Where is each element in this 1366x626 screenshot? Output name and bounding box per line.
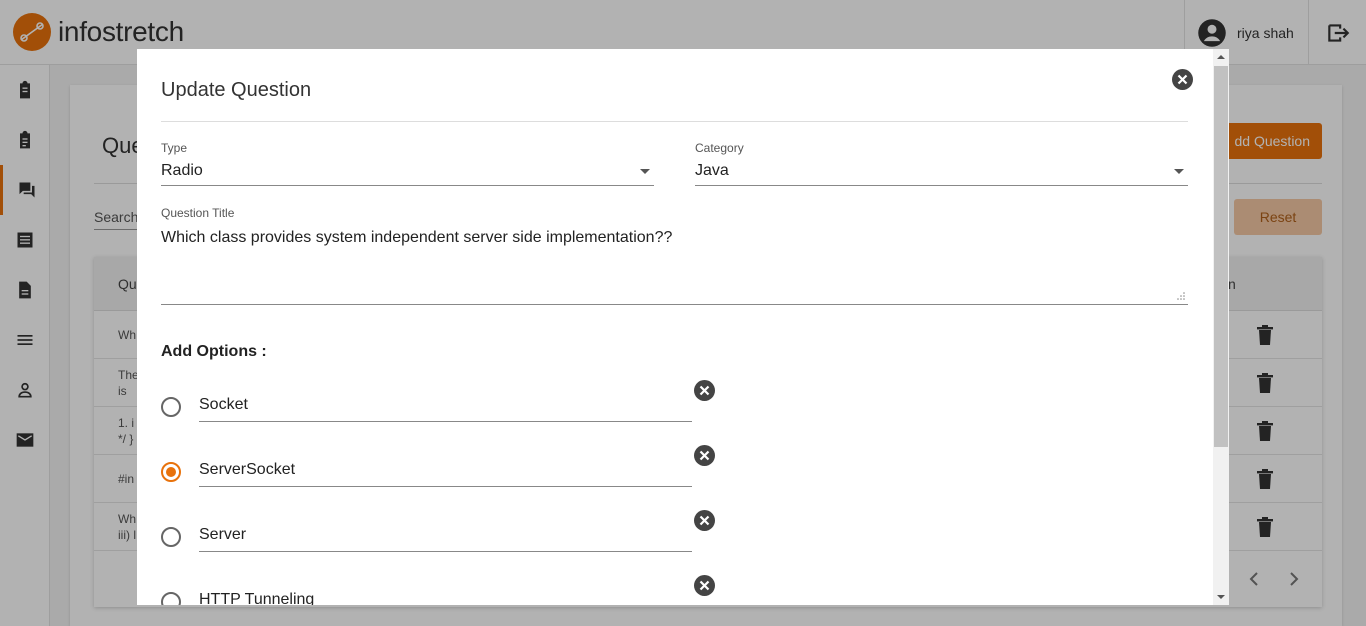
option-input[interactable]: ServerSocket (199, 453, 692, 487)
remove-option-icon[interactable] (694, 510, 715, 531)
option-row: HTTP Tunneling (161, 575, 721, 605)
option-radio-selected[interactable] (161, 462, 181, 482)
category-select[interactable]: Java (695, 160, 1188, 186)
option-radio[interactable] (161, 527, 181, 547)
option-text: Server (199, 526, 247, 543)
dropdown-arrow-icon (640, 169, 650, 174)
type-select[interactable]: Radio (161, 160, 654, 186)
category-value: Java (695, 162, 729, 179)
scroll-down-icon[interactable] (1217, 595, 1225, 599)
question-title-textarea[interactable]: Which class provides system independent … (161, 227, 1188, 305)
remove-option-icon[interactable] (694, 445, 715, 466)
question-title-label: Question Title (161, 206, 235, 220)
type-label: Type (161, 141, 188, 155)
dialog-divider (161, 121, 1188, 122)
option-input[interactable]: HTTP Tunneling (199, 583, 692, 605)
option-radio[interactable] (161, 397, 181, 417)
option-text: ServerSocket (199, 461, 296, 478)
option-row: Server (161, 510, 721, 558)
option-text: HTTP Tunneling (199, 591, 315, 605)
update-question-dialog: Update Question Type Radio Category Java… (137, 49, 1229, 605)
close-icon[interactable] (1172, 69, 1193, 90)
option-radio[interactable] (161, 592, 181, 605)
category-label: Category (695, 141, 744, 155)
question-title-value: Which class provides system independent … (161, 229, 673, 246)
remove-option-icon[interactable] (694, 575, 715, 596)
option-row: ServerSocket (161, 445, 721, 493)
option-row: Socket (161, 380, 721, 428)
remove-option-icon[interactable] (694, 380, 715, 401)
dropdown-arrow-icon (1174, 169, 1184, 174)
dialog-title: Update Question (161, 79, 312, 101)
add-options-heading: Add Options : (161, 343, 267, 360)
type-value: Radio (161, 162, 203, 179)
option-text: Socket (199, 396, 248, 413)
option-input[interactable]: Socket (199, 388, 692, 422)
option-input[interactable]: Server (199, 518, 692, 552)
scroll-thumb[interactable] (1214, 66, 1228, 447)
resize-handle-icon[interactable] (1177, 292, 1185, 300)
scroll-up-icon[interactable] (1217, 55, 1225, 59)
dialog-scrollbar[interactable] (1213, 49, 1229, 605)
